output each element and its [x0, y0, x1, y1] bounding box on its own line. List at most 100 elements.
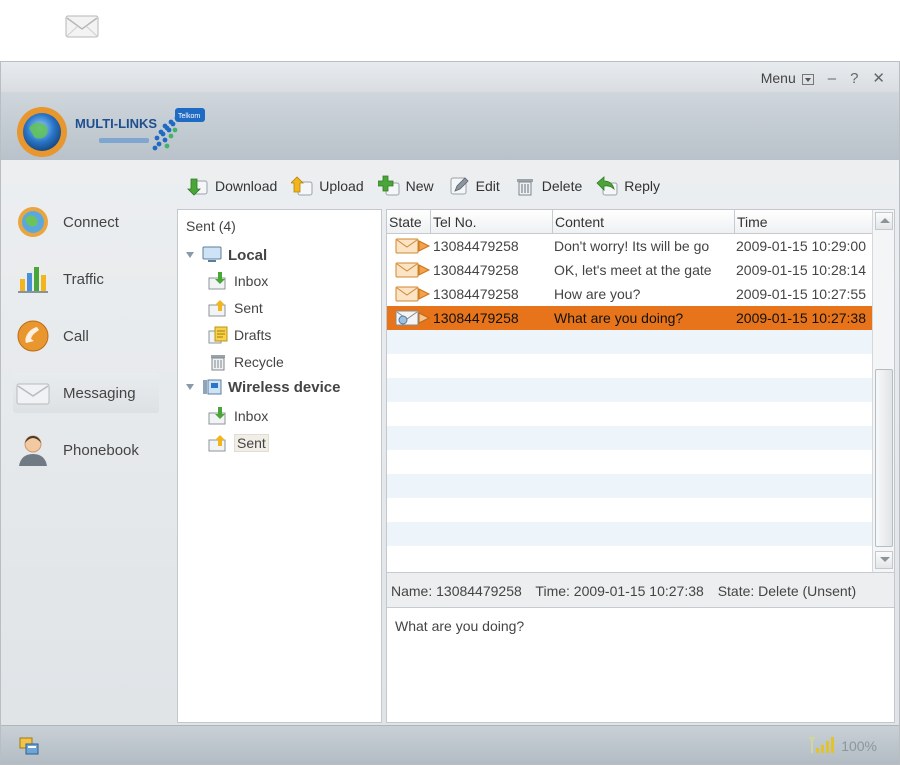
- sidebar-item-label: Messaging: [63, 384, 136, 402]
- tree-item-local-sent[interactable]: Sent: [208, 297, 263, 319]
- minimize-button[interactable]: –: [828, 70, 836, 87]
- tree-item-label: Inbox: [234, 408, 269, 424]
- tree-item-local-recycle[interactable]: Recycle: [208, 351, 284, 373]
- phone-handset-icon: [17, 320, 49, 352]
- detail-name: Name: 13084479258: [391, 583, 522, 599]
- new-message-button[interactable]: New: [377, 175, 434, 197]
- message-detail-strip: Name: 13084479258 Time: 2009-01-15 10:27…: [387, 572, 894, 608]
- close-button[interactable]: ✕: [872, 69, 885, 87]
- folder-count-title: Sent (4): [186, 218, 236, 234]
- sidebar-item-phonebook[interactable]: Phonebook: [15, 430, 165, 470]
- sidebar-item-call[interactable]: Call: [15, 316, 165, 356]
- message-row[interactable]: 13084479258 OK, let's meet at the gate 2…: [387, 258, 872, 282]
- detail-state: State: Delete (Unsent): [717, 583, 857, 599]
- title-bar: Menu – ? ✕: [1, 62, 899, 92]
- tree-item-label: Sent: [234, 434, 269, 452]
- empty-row: [387, 402, 872, 426]
- message-unsent-envelope-icon: [395, 310, 431, 326]
- tree-group-label: Wireless device: [228, 378, 341, 396]
- reply-label: Reply: [624, 178, 661, 194]
- message-content: How are you?: [554, 286, 641, 302]
- message-envelope-icon: [395, 286, 431, 302]
- column-header-tel[interactable]: Tel No.: [431, 210, 553, 234]
- reply-button[interactable]: Reply: [596, 175, 660, 197]
- download-label: Download: [215, 178, 278, 194]
- tree-item-label: Recycle: [234, 354, 284, 370]
- signal-strength: 100%: [807, 736, 877, 754]
- sidebar-item-label: Call: [63, 327, 89, 345]
- message-time: 2009-01-15 10:29:00: [736, 238, 866, 254]
- message-envelope-icon: [395, 262, 431, 278]
- menu-button[interactable]: Menu: [761, 70, 814, 86]
- message-body-text: What are you doing?: [395, 618, 525, 634]
- wireless-device-icon: [203, 379, 222, 395]
- tree-item-label: Sent: [234, 300, 263, 316]
- contact-person-icon: [19, 435, 47, 466]
- tree-item-device-inbox[interactable]: Inbox: [208, 405, 268, 427]
- scroll-up-arrow-icon: [880, 218, 890, 223]
- column-header-content[interactable]: Content: [553, 210, 735, 234]
- message-time: 2009-01-15 10:28:14: [736, 262, 866, 278]
- detail-time: Time: 2009-01-15 10:27:38: [535, 583, 704, 599]
- help-button[interactable]: ?: [850, 70, 858, 87]
- vertical-scrollbar[interactable]: [872, 210, 894, 572]
- column-header-time[interactable]: Time: [735, 210, 872, 234]
- globe-icon: [18, 207, 48, 237]
- message-tel: 13084479258: [433, 310, 519, 326]
- tree-group-local[interactable]: Local: [186, 246, 267, 264]
- delete-button[interactable]: Delete: [514, 175, 582, 197]
- message-tel: 13084479258: [433, 238, 519, 254]
- edit-button[interactable]: Edit: [448, 175, 500, 197]
- sidebar-item-label: Traffic: [63, 270, 104, 288]
- scroll-down-arrow-icon: [880, 557, 890, 562]
- tree-group-label: Local: [228, 246, 268, 264]
- network-status-icon[interactable]: [19, 736, 39, 756]
- computer-monitor-icon: [202, 246, 222, 262]
- trash-bin-icon: [516, 179, 533, 196]
- empty-row: [387, 354, 872, 378]
- list-header: State Tel No. Content Time: [387, 210, 872, 234]
- message-row[interactable]: 13084479258 How are you? 2009-01-15 10:2…: [387, 282, 872, 306]
- outbox-icon: [208, 300, 226, 317]
- sidebar-item-messaging[interactable]: Messaging: [13, 373, 159, 413]
- partner-mark: Telkom: [178, 113, 200, 120]
- scrollbar-thumb[interactable]: [875, 369, 893, 547]
- tree-item-local-inbox[interactable]: Inbox: [208, 270, 268, 292]
- recycle-bin-icon: [211, 355, 225, 371]
- mail-envelope-icon: [65, 15, 99, 38]
- sidebar-item-traffic[interactable]: Traffic: [15, 259, 165, 299]
- tree-group-wireless-device[interactable]: Wireless device: [186, 378, 340, 396]
- envelope-icon: [16, 383, 50, 405]
- tree-item-device-sent[interactable]: Sent: [208, 432, 269, 454]
- new-label: New: [405, 178, 434, 194]
- message-row[interactable]: 13084479258 Don't worry! Its will be go …: [387, 234, 872, 258]
- edit-label: Edit: [475, 178, 500, 194]
- tree-item-label: Drafts: [234, 327, 272, 343]
- brand-wordmark: MULTI-LINKS: [75, 116, 157, 131]
- message-content: Don't worry! Its will be go: [554, 238, 710, 254]
- scroll-up-button[interactable]: [875, 212, 893, 230]
- empty-row: [387, 330, 872, 354]
- message-list: 13084479258 Don't worry! Its will be go …: [387, 234, 872, 572]
- expand-arrow-icon[interactable]: [186, 252, 194, 258]
- empty-row: [387, 450, 872, 474]
- download-button[interactable]: Download: [187, 175, 277, 197]
- sidebar-item-connect[interactable]: Connect: [15, 202, 165, 242]
- scroll-down-button[interactable]: [875, 551, 893, 569]
- message-envelope-icon: [395, 238, 431, 254]
- sidebar-item-label: Connect: [63, 213, 119, 231]
- header-band: MULTI-LINKS Telkom: [1, 92, 899, 160]
- plus-icon: [377, 175, 400, 196]
- upload-button[interactable]: Upload: [291, 175, 364, 197]
- column-header-state[interactable]: State: [387, 210, 431, 234]
- signal-bars-icon: [808, 737, 835, 753]
- outbox-icon: [208, 435, 226, 452]
- edit-pencil-icon: [450, 177, 469, 195]
- folder-tree-panel: Sent (4) Local Inbox Sent Drafts Recycle…: [177, 209, 382, 723]
- expand-arrow-icon[interactable]: [186, 384, 194, 390]
- message-list-panel: State Tel No. Content Time 13084479258 D…: [386, 209, 895, 723]
- message-row-selected[interactable]: 13084479258 What are you doing? 2009-01-…: [387, 306, 872, 330]
- tree-item-local-drafts[interactable]: Drafts: [208, 324, 271, 346]
- inbox-icon: [208, 407, 226, 425]
- menu-label: Menu: [760, 70, 796, 86]
